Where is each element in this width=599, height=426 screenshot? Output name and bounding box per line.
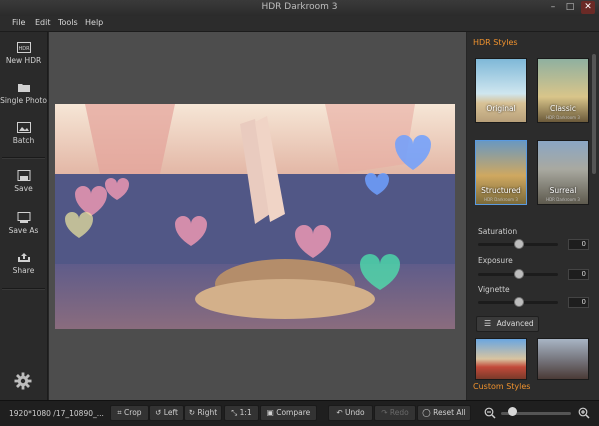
saturation-value[interactable]: 0	[568, 239, 589, 250]
new-hdr-icon: HDR	[16, 42, 31, 53]
exposure-value[interactable]: 0	[568, 269, 589, 280]
style-label: Original	[486, 104, 516, 113]
style-label: Structured	[481, 186, 521, 195]
compare-button[interactable]: ▣ Compare	[260, 405, 317, 421]
batch-icon	[16, 122, 31, 133]
share-button[interactable]: Share	[0, 252, 47, 275]
style-thumb-surreal[interactable]: Surreal HDR Darkroom 3	[537, 140, 589, 205]
share-icon	[17, 253, 30, 262]
saturation-slider-thumb[interactable]	[514, 239, 524, 249]
rotate-left-label: Left	[163, 408, 178, 417]
reset-all-button[interactable]: ◯ Reset All	[417, 405, 471, 421]
advanced-label: Advanced	[496, 319, 534, 328]
reset-all-label: Reset All	[433, 408, 466, 417]
menu-help[interactable]: Help	[85, 18, 103, 27]
save-as-icon	[17, 212, 30, 223]
toolbar-divider	[2, 157, 45, 159]
crop-icon: ⌗	[117, 408, 122, 417]
menu-bar: File Edit Tools Help	[0, 16, 599, 32]
batch-label: Batch	[12, 136, 35, 145]
reset-icon: ◯	[422, 408, 431, 417]
redo-label: Redo	[389, 408, 409, 417]
rotate-right-icon: ↻	[188, 408, 196, 417]
advanced-button[interactable]: ☰ Advanced	[476, 316, 539, 332]
rotate-left-icon: ↺	[155, 408, 162, 417]
single-photo-button[interactable]: Single Photo	[0, 82, 47, 105]
new-hdr-button[interactable]: HDR New HDR	[0, 42, 47, 65]
redo-icon: ↷	[381, 408, 388, 417]
maximize-button[interactable]: □	[563, 1, 577, 14]
left-toolbar: HDR New HDR Single Photo Batch Save Save…	[0, 32, 48, 400]
style-thumb-structured[interactable]: Structured HDR Darkroom 3	[475, 140, 527, 205]
rotate-left-button[interactable]: ↺ Left	[149, 405, 184, 421]
menu-file[interactable]: File	[12, 18, 25, 27]
minimize-button[interactable]: –	[546, 1, 560, 14]
zoom-in-icon[interactable]	[578, 407, 590, 419]
folder-icon	[17, 84, 30, 92]
compare-label: Compare	[276, 408, 311, 417]
menu-tools[interactable]: Tools	[58, 18, 78, 27]
window-title: HDR Darkroom 3	[261, 2, 338, 12]
single-photo-label: Single Photo	[0, 96, 47, 105]
style-sublabel: HDR Darkroom 3	[546, 115, 580, 120]
toolbar-divider	[2, 288, 45, 290]
new-hdr-label: New HDR	[5, 56, 42, 65]
style-sublabel: HDR Darkroom 3	[546, 197, 580, 202]
close-button[interactable]: ✕	[581, 1, 595, 14]
save-button[interactable]: Save	[0, 170, 47, 193]
undo-label: Undo	[345, 408, 365, 417]
photo-image	[55, 104, 455, 329]
save-as-button[interactable]: Save As	[0, 212, 47, 235]
actual-size-button[interactable]: ⤡ 1:1	[224, 405, 259, 421]
crop-button[interactable]: ⌗ Crop	[110, 405, 149, 421]
styles-panel: HDR Styles Original Classic HDR Darkroom…	[467, 32, 599, 400]
share-label: Share	[12, 266, 35, 275]
gear-icon[interactable]	[14, 372, 32, 390]
compare-icon: ▣	[266, 408, 274, 417]
title-bar: HDR Darkroom 3 – □ ✕	[0, 0, 599, 17]
zoom-slider-thumb[interactable]	[508, 407, 517, 416]
menu-edit[interactable]: Edit	[35, 18, 51, 27]
rotate-right-button[interactable]: ↻ Right	[184, 405, 222, 421]
style-sublabel: HDR Darkroom 3	[484, 197, 518, 202]
exposure-slider-thumb[interactable]	[514, 269, 524, 279]
batch-button[interactable]: Batch	[0, 122, 47, 145]
style-label: Surreal	[549, 186, 577, 195]
exposure-label: Exposure	[478, 256, 513, 265]
zoom-out-icon[interactable]	[484, 407, 496, 419]
undo-button[interactable]: ↶ Undo	[328, 405, 373, 421]
actual-size-label: 1:1	[239, 408, 252, 417]
style-thumb-original[interactable]: Original	[475, 58, 527, 123]
svg-text:HDR: HDR	[18, 46, 30, 52]
style-thumb-classic[interactable]: Classic HDR Darkroom 3	[537, 58, 589, 123]
saturation-label: Saturation	[478, 227, 518, 236]
save-as-label: Save As	[8, 226, 39, 235]
save-icon	[17, 170, 30, 181]
status-bar: 1920*1080 /17_10890_... ⌗ Crop ↺ Left ↻ …	[0, 400, 599, 426]
vignette-label: Vignette	[478, 285, 510, 294]
undo-icon: ↶	[336, 408, 343, 417]
custom-styles-title: Custom Styles	[473, 382, 531, 391]
custom-style-thumb[interactable]	[475, 338, 527, 380]
fit-icon: ⤡	[231, 408, 238, 417]
rotate-right-label: Right	[197, 408, 218, 417]
vignette-slider-thumb[interactable]	[514, 297, 524, 307]
style-label: Classic	[550, 104, 576, 113]
vignette-value[interactable]: 0	[568, 297, 589, 308]
photo-preview	[55, 104, 455, 329]
styles-scrollbar[interactable]	[592, 54, 596, 174]
list-icon: ☰	[484, 319, 492, 328]
custom-style-thumb[interactable]	[537, 338, 589, 380]
save-label: Save	[14, 184, 33, 193]
crop-label: Crop	[124, 408, 142, 417]
image-info: 1920*1080 /17_10890_...	[9, 409, 104, 418]
redo-button[interactable]: ↷ Redo	[374, 405, 416, 421]
hdr-styles-title: HDR Styles	[473, 38, 518, 47]
